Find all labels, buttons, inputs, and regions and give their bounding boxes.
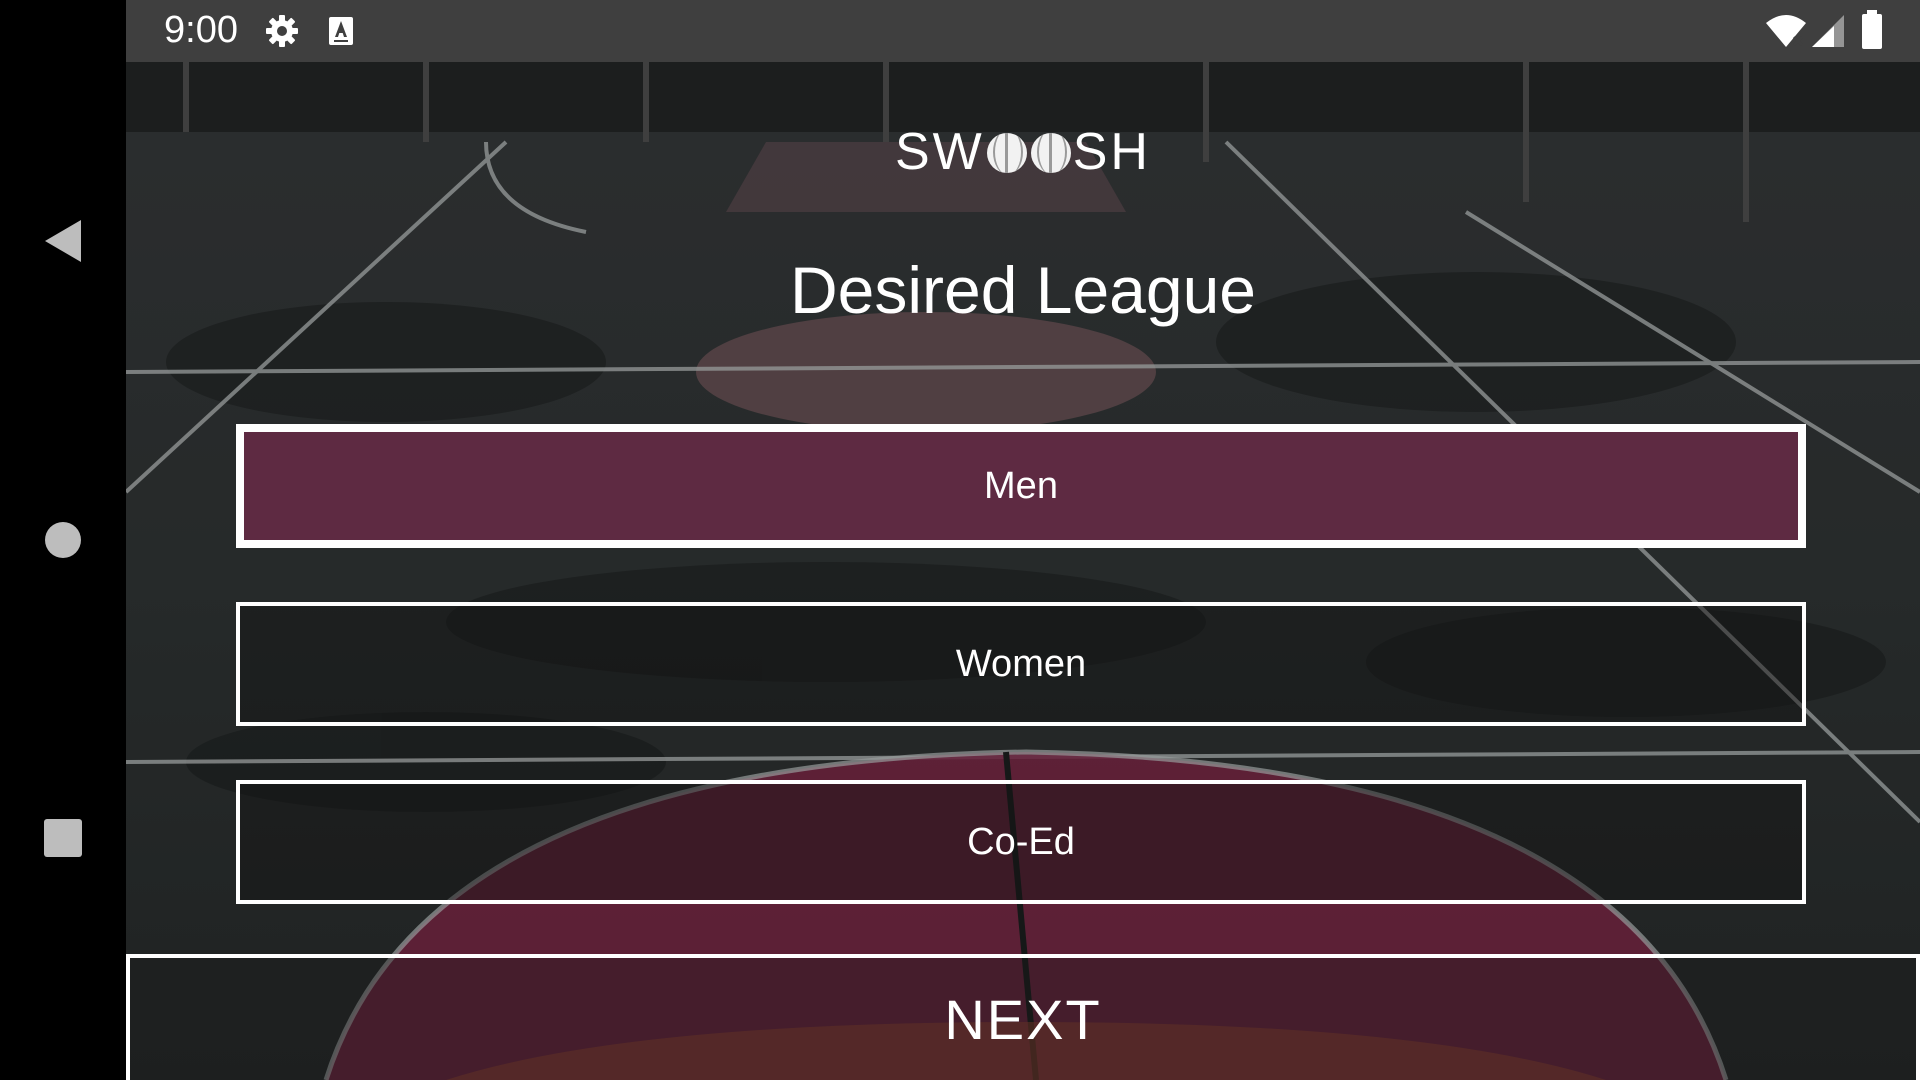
next-button-label: NEXT [944,987,1102,1051]
status-time: 9:00 [164,9,238,51]
wifi-icon [1766,15,1806,47]
page-title: Desired League [790,253,1256,327]
league-option-label: Co-Ed [967,820,1075,863]
recents-button[interactable] [0,783,126,893]
league-option-men[interactable]: Men [236,424,1806,548]
league-option-label: Men [984,464,1058,507]
home-circle-icon [45,522,81,558]
basketball-court-background [126,62,1920,1080]
logo-prefix: SW [894,123,985,181]
signal-icon [1812,15,1844,47]
status-bar: 9:00 [126,0,1920,62]
swoosh-logo: SW SH [126,122,1920,182]
league-option-women[interactable]: Women [236,602,1806,726]
basketball-icon [1030,133,1071,173]
logo-suffix: SH [1072,123,1151,181]
next-button[interactable]: NEXT [126,954,1920,1080]
recents-square-icon [44,819,82,857]
home-button[interactable] [0,485,126,595]
battery-icon [1862,10,1882,49]
gear-icon [266,15,298,47]
league-option-coed[interactable]: Co-Ed [236,780,1806,904]
app-screen: SW SH Desired League Men Women Co-Ed NEXT [126,62,1920,1080]
basketball-icon [986,133,1027,173]
keyboard-a-icon [329,17,353,45]
league-option-label: Women [955,642,1087,685]
back-triangle-icon [45,220,81,262]
navigation-bar [0,0,126,1080]
back-button[interactable] [0,186,126,296]
